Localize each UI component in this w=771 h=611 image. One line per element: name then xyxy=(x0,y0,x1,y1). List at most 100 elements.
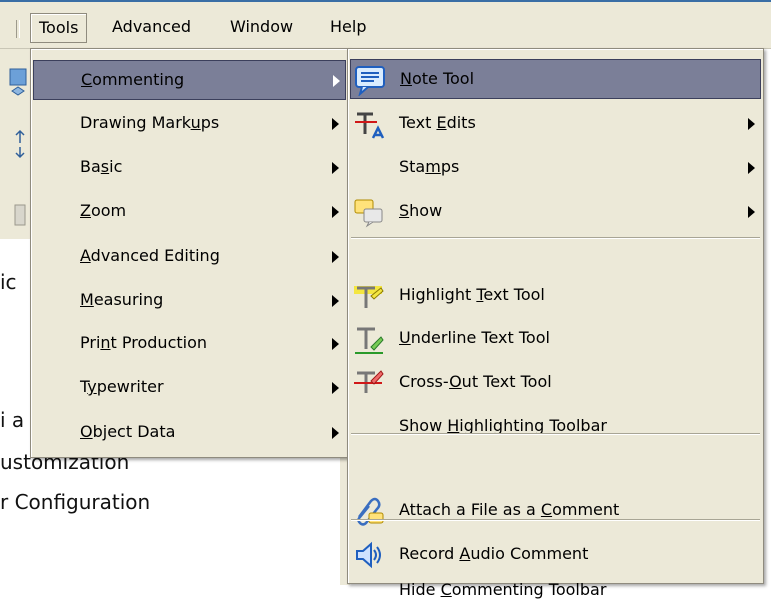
label-text: nderline Text Tool xyxy=(410,328,550,347)
menu-item-label: Text Edits xyxy=(399,113,476,132)
menu-item-label: Underline Text Tool xyxy=(399,328,550,347)
submenu-arrow-icon xyxy=(332,427,339,439)
label-text: dvanced Editing xyxy=(90,246,220,265)
menu-item-label: Attach a File as a Comment xyxy=(399,500,619,519)
commenting-item-show-highlighting-toolbar[interactable]: Show Highlighting Toolbar xyxy=(350,407,761,447)
label-text: pewriter xyxy=(96,377,164,396)
label-text: udio Comment xyxy=(470,544,589,563)
commenting-item-cross-out-text-tool[interactable]: Cross-Out Text Tool xyxy=(350,363,761,403)
mnemonic-letter: N xyxy=(400,69,412,88)
commenting-item-underline-text-tool[interactable]: Underline Text Tool xyxy=(350,319,761,359)
menu-item-label: Zoom xyxy=(80,201,126,220)
background-text-1: ic xyxy=(0,270,17,294)
mnemonic-letter: O xyxy=(449,372,462,391)
label-text: ut Text Tool xyxy=(461,372,552,391)
submenu-arrow-icon xyxy=(332,206,339,218)
mnemonic-letter: M xyxy=(80,290,94,309)
label-text: ps xyxy=(200,113,220,132)
tools-item-basic[interactable]: Basic xyxy=(33,148,346,188)
label-text: bject Data xyxy=(92,422,176,441)
label-text: omment xyxy=(552,500,620,519)
menu-item-label: Drawing Markups xyxy=(80,113,219,132)
menu-item-label: Stamps xyxy=(399,157,459,176)
background-text-2: i a xyxy=(0,408,25,432)
commenting-item-highlight-text-tool[interactable]: Highlight Text Tool xyxy=(350,276,761,316)
mnemonic-letter: A xyxy=(459,544,471,563)
commenting-item-show[interactable]: Show xyxy=(350,192,761,232)
mnemonic-letter: s xyxy=(100,157,110,176)
tools-item-commenting[interactable]: Commenting xyxy=(33,60,346,100)
tools-item-measuring[interactable]: Measuring xyxy=(33,281,346,321)
background-toolbar xyxy=(0,49,34,239)
tools-item-advanced-editing[interactable]: Advanced Editing xyxy=(33,237,346,277)
mnemonic-letter: C xyxy=(540,500,553,519)
menu-separator xyxy=(351,519,760,521)
label-text: Highlight xyxy=(399,285,477,304)
commenting-item-note-tool[interactable]: Note Tool xyxy=(350,59,761,99)
submenu-arrow-icon xyxy=(332,382,339,394)
menu-tools[interactable]: Tools xyxy=(30,13,88,43)
menu-help-label: Help xyxy=(330,17,367,36)
label-text: ommenting xyxy=(92,70,185,89)
mnemonic-letter: E xyxy=(436,113,447,132)
mnemonic-letter: y xyxy=(87,377,97,396)
label-text: Drawing Mark xyxy=(80,113,191,132)
menu-item-label: Object Data xyxy=(80,422,175,441)
menu-item-label: Record Audio Comment xyxy=(399,544,588,563)
menu-advanced-label: Advanced xyxy=(112,17,192,36)
commenting-item-text-edits[interactable]: Text Edits xyxy=(350,104,761,144)
tools-item-typewriter[interactable]: Typewriter xyxy=(33,368,346,408)
mnemonic-letter: m xyxy=(425,157,441,176)
mnemonic-letter: S xyxy=(399,201,410,220)
label-text: Sta xyxy=(399,157,426,176)
label-text: Record xyxy=(399,544,460,563)
menu-item-label: Measuring xyxy=(80,290,163,309)
submenu-arrow-icon xyxy=(332,295,339,307)
commenting-item-hide-commenting-toolbar[interactable]: Hide Commenting Toolbar xyxy=(350,571,761,611)
mnemonic-letter: Z xyxy=(80,201,91,220)
menu-help[interactable]: Help xyxy=(322,13,374,41)
mnemonic-letter: U xyxy=(399,328,411,347)
menu-item-label: Typewriter xyxy=(80,377,164,396)
menu-item-label: Advanced Editing xyxy=(80,246,220,265)
label-text: Attach a File as a xyxy=(399,500,541,519)
menu-advanced[interactable]: Advanced xyxy=(104,13,199,41)
label-text: ote Tool xyxy=(411,69,475,88)
toolbar-sort-icon xyxy=(15,129,25,159)
menu-tools-label: Tools xyxy=(39,18,79,37)
tools-item-object-data[interactable]: Object Data xyxy=(33,413,346,453)
label-text: t Production xyxy=(110,333,208,352)
mnemonic-letter: O xyxy=(80,422,93,441)
background-text-4: r Configuration xyxy=(0,490,151,514)
cross-out-text-icon xyxy=(354,370,384,393)
commenting-item-record-audio-comment[interactable]: Record Audio Comment xyxy=(350,535,761,575)
submenu-arrow-icon xyxy=(748,118,755,130)
commenting-item-attach-a-file-as-a-comment[interactable]: Attach a File as a Comment xyxy=(350,491,761,531)
menu-item-label: Basic xyxy=(80,157,122,176)
highlight-text-icon xyxy=(354,286,384,308)
label-text: easuring xyxy=(93,290,164,309)
menu-item-label: Commenting xyxy=(81,70,184,89)
menu-window-label: Window xyxy=(230,17,294,36)
label-text: ic xyxy=(109,157,123,176)
toolbar-page-icon xyxy=(9,68,27,96)
label-text: ommenting Toolbar xyxy=(451,580,607,599)
speaker-icon xyxy=(356,541,381,569)
menu-separator xyxy=(351,433,760,435)
menu-bar: Tools Advanced Window Help xyxy=(0,0,771,49)
menu-item-label: Hide Commenting Toolbar xyxy=(399,580,606,599)
submenu-arrow-icon xyxy=(332,338,339,350)
menu-item-label: Highlight Text Tool xyxy=(399,285,545,304)
tools-item-print-production[interactable]: Print Production xyxy=(33,324,346,364)
note-icon xyxy=(355,66,385,96)
label-text: oom xyxy=(90,201,127,220)
submenu-arrow-icon xyxy=(748,206,755,218)
label-text: Text xyxy=(399,113,437,132)
tools-item-drawing-markups[interactable]: Drawing Markups xyxy=(33,104,346,144)
commenting-item-stamps[interactable]: Stamps xyxy=(350,148,761,188)
toolbar-trash-icon xyxy=(14,204,26,226)
label-text: Pri xyxy=(80,333,101,352)
menu-window[interactable]: Window xyxy=(222,13,301,41)
mnemonic-letter: A xyxy=(80,246,91,265)
tools-item-zoom[interactable]: Zoom xyxy=(33,192,346,232)
